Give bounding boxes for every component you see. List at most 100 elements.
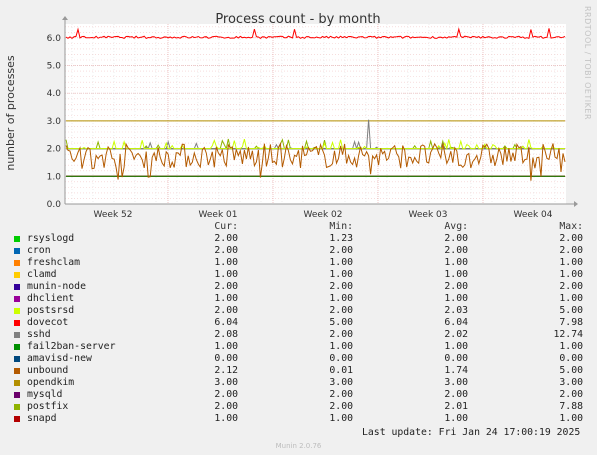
legend-row: cron 2.00 2.00 2.00 2.00: [12, 245, 588, 257]
legend-series-name: mysqld: [27, 389, 63, 400]
legend-avg-value: 0.00: [444, 353, 468, 364]
legend-max-value: 1.00: [559, 269, 583, 280]
legend-series-name: opendkim: [27, 377, 75, 388]
plot-area: [65, 24, 566, 204]
legend-max-value: 7.88: [559, 401, 583, 412]
legend-min-value: 0.00: [329, 353, 353, 364]
legend-swatch: [14, 272, 20, 278]
legend-rows: rsyslogd 2.00 1.23 2.00 2.00 cron 2.00 2.00 2.00…: [12, 233, 588, 425]
legend-min-value: 3.00: [329, 377, 353, 388]
legend-avg-value: 6.04: [444, 317, 468, 328]
legend-avg-value: 2.00: [444, 389, 468, 400]
rrdtool-side-label: RRDTOOL / TOBI OETIKER: [583, 6, 592, 120]
legend-series-name: dhclient: [27, 293, 75, 304]
legend-swatch: [14, 344, 20, 350]
legend-max-value: 3.00: [559, 377, 583, 388]
legend-series-name: freshclam: [27, 257, 81, 268]
y-tick-label: 1.0: [47, 172, 62, 182]
legend-avg-value: 2.00: [444, 245, 468, 256]
header-min: Min:: [329, 221, 353, 232]
x-tick-label: Week 03: [409, 210, 448, 220]
legend-cur-value: 2.00: [214, 233, 238, 244]
legend-avg-value: 2.03: [444, 305, 468, 316]
legend-series-name: amavisd-new: [27, 353, 92, 364]
legend-max-value: 1.00: [559, 341, 583, 352]
legend-min-value: 1.00: [329, 413, 353, 424]
legend-series-name: fail2ban-server: [27, 341, 116, 352]
legend-row: fail2ban-server 1.00 1.00 1.00 1.00: [12, 341, 588, 353]
legend-cur-value: 2.00: [214, 401, 238, 412]
legend-series-name: snapd: [27, 413, 57, 424]
legend-max-value: 2.00: [559, 389, 583, 400]
legend-min-value: 1.00: [329, 293, 353, 304]
header-avg: Avg:: [444, 221, 468, 232]
legend-min-value: 2.00: [329, 305, 353, 316]
y-tick-label: 6.0: [47, 34, 62, 44]
legend-min-value: 1.00: [329, 269, 353, 280]
legend-row: clamd 1.00 1.00 1.00 1.00: [12, 269, 588, 281]
legend-row: munin-node 2.00 2.00 2.00 2.00: [12, 281, 588, 293]
legend-swatch: [14, 404, 20, 410]
legend-min-value: 5.00: [329, 317, 353, 328]
legend-swatch: [14, 416, 20, 422]
legend-min-value: 1.00: [329, 257, 353, 268]
y-tick-label: 3.0: [47, 117, 62, 127]
header-max: Max:: [559, 221, 583, 232]
legend-cur-value: 2.00: [214, 281, 238, 292]
legend-avg-value: 2.01: [444, 401, 468, 412]
legend-avg-value: 2.00: [444, 281, 468, 292]
legend-cur-value: 3.00: [214, 377, 238, 388]
legend-series-name: unbound: [27, 365, 69, 376]
header-cur: Cur:: [214, 221, 238, 232]
legend-row: dovecot 6.04 5.00 6.04 7.98: [12, 317, 588, 329]
legend-swatch: [14, 284, 20, 290]
legend-swatch: [14, 368, 20, 374]
legend-avg-value: 3.00: [444, 377, 468, 388]
legend-row: rsyslogd 2.00 1.23 2.00 2.00: [12, 233, 588, 245]
legend-cur-value: 2.00: [214, 245, 238, 256]
legend-series-name: postfix: [27, 401, 69, 412]
legend-swatch: [14, 308, 20, 314]
legend-max-value: 5.00: [559, 305, 583, 316]
legend-min-value: 1.23: [329, 233, 353, 244]
x-tick-label: Week 04: [514, 210, 553, 220]
legend-row: snapd 1.00 1.00 1.00 1.00: [12, 413, 588, 425]
legend-cur-value: 2.00: [214, 389, 238, 400]
legend-max-value: 1.00: [559, 413, 583, 424]
x-tick-label: Week 01: [199, 210, 238, 220]
legend-swatch: [14, 296, 20, 302]
legend-max-value: 7.98: [559, 317, 583, 328]
legend-row: unbound 2.12 0.01 1.74 5.00: [12, 365, 588, 377]
legend-cur-value: 0.00: [214, 353, 238, 364]
legend-avg-value: 1.00: [444, 341, 468, 352]
legend-series-name: clamd: [27, 269, 57, 280]
chart-title: Process count - by month: [215, 12, 380, 27]
legend-cur-value: 1.00: [214, 341, 238, 352]
legend-cur-value: 2.08: [214, 329, 238, 340]
y-axis-arrow: [62, 16, 68, 20]
y-tick-label: 4.0: [47, 89, 62, 99]
y-axis-label: number of processes: [4, 55, 17, 171]
legend-min-value: 2.00: [329, 401, 353, 412]
legend-max-value: 2.00: [559, 281, 583, 292]
legend-header: Cur: Min: Avg: Max:: [12, 221, 588, 233]
legend-cur-value: 1.00: [214, 257, 238, 268]
y-tick-label: 5.0: [47, 62, 62, 72]
legend-max-value: 5.00: [559, 365, 583, 376]
legend-max-value: 1.00: [559, 293, 583, 304]
legend-cur-value: 1.00: [214, 413, 238, 424]
legend-swatch: [14, 392, 20, 398]
legend-min-value: 2.00: [329, 245, 353, 256]
legend-series-name: cron: [27, 245, 51, 256]
legend-row: sshd 2.08 2.00 2.02 12.74: [12, 329, 588, 341]
legend-table: Cur: Min: Avg: Max: rsyslogd 2.00 1.23 2.00…: [12, 221, 588, 425]
legend-min-value: 2.00: [329, 281, 353, 292]
last-update: Last update: Fri Jan 24 17:00:19 2025: [362, 427, 581, 438]
legend-series-name: rsyslogd: [27, 233, 75, 244]
legend-row: opendkim 3.00 3.00 3.00 3.00: [12, 377, 588, 389]
y-tick-label: 2.0: [47, 145, 62, 155]
munin-version: Munin 2.0.76: [275, 442, 322, 450]
legend-min-value: 2.00: [329, 329, 353, 340]
legend-row: freshclam 1.00 1.00 1.00 1.00: [12, 257, 588, 269]
legend-max-value: 0.00: [559, 353, 583, 364]
